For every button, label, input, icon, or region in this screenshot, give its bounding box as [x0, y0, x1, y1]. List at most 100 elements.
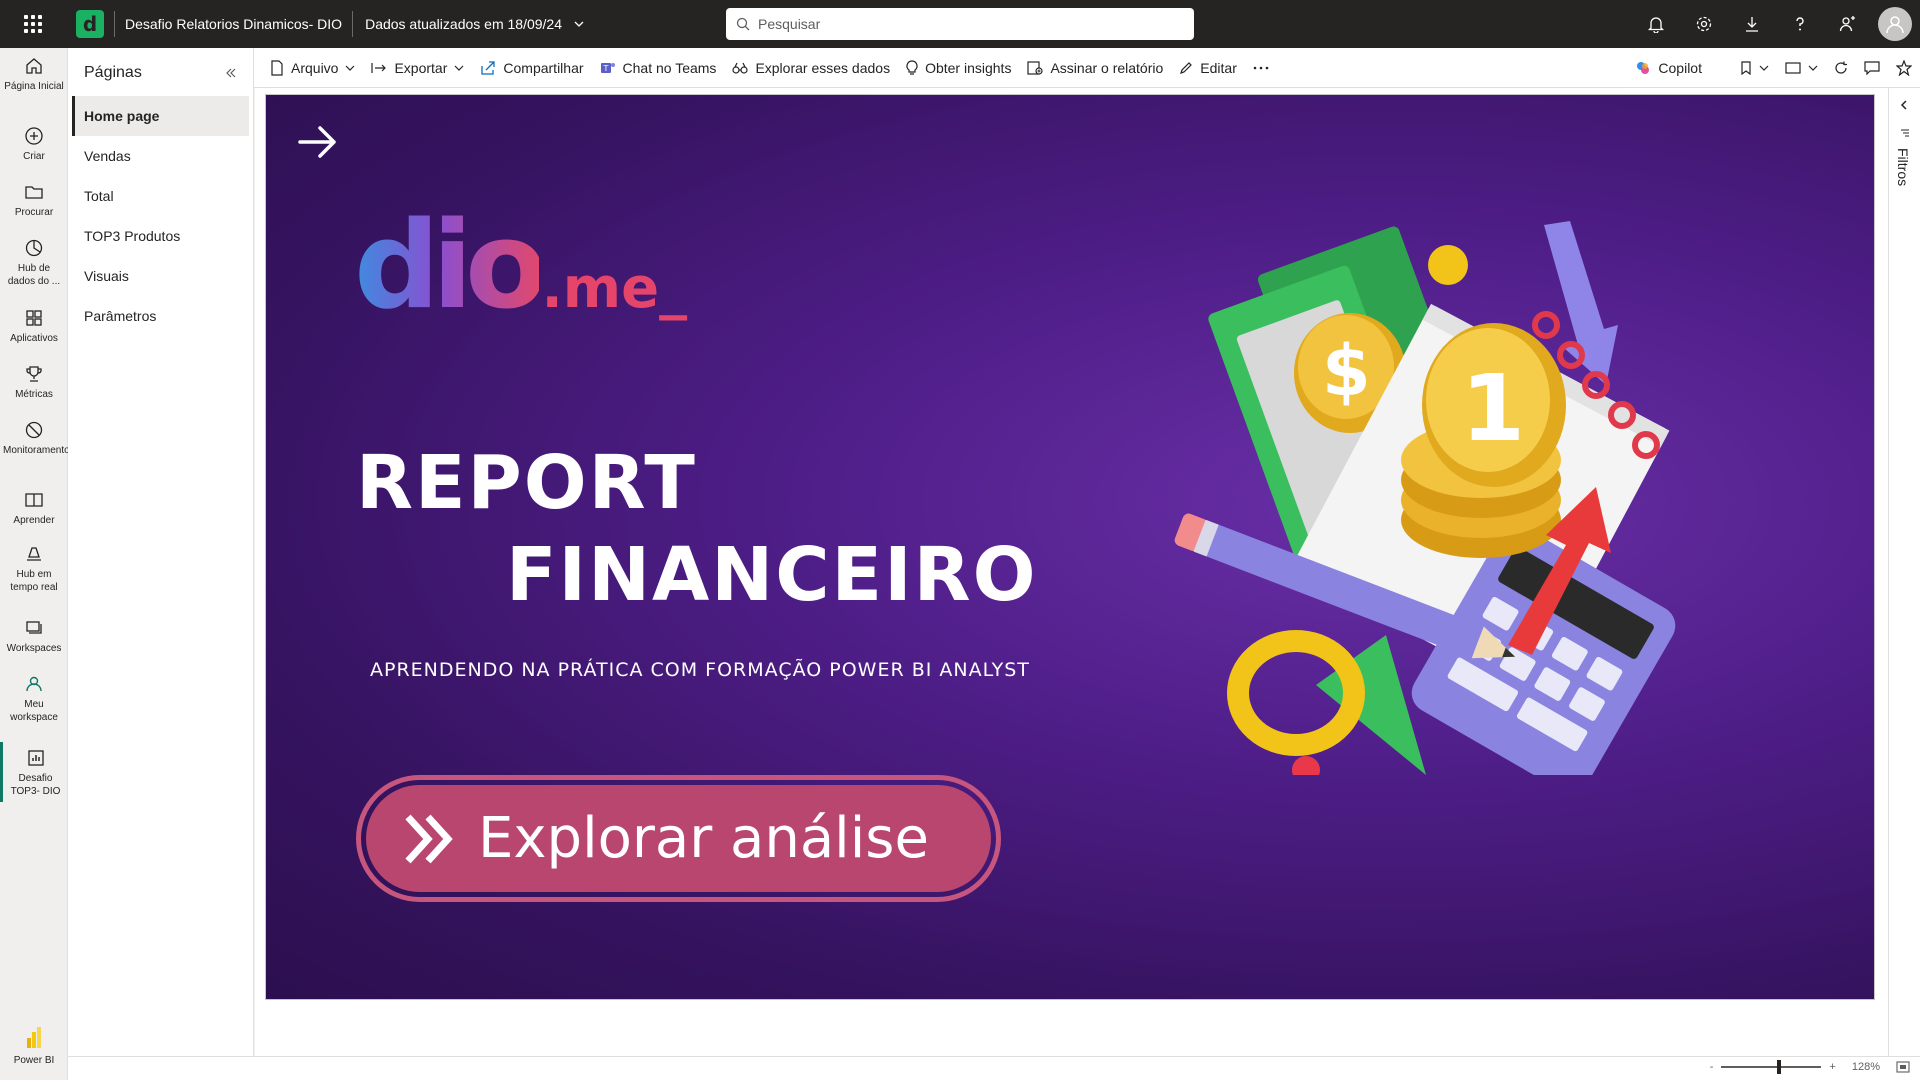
nav-label: Meu workspace: [10, 699, 58, 723]
nav-label: Aprender: [13, 515, 55, 526]
share-people-icon[interactable]: [1824, 0, 1872, 48]
chevron-down-icon: [574, 21, 584, 27]
nav-label: Hub de dados do ...: [7, 263, 61, 287]
nav-current-report[interactable]: Desafio TOP3- DIO: [0, 742, 68, 802]
bookmark-icon: [1741, 61, 1751, 75]
page-tab-total[interactable]: Total: [72, 176, 249, 216]
page-tab-top3[interactable]: TOP3 Produtos: [72, 216, 249, 256]
page-tab-parametros[interactable]: Parâmetros: [72, 296, 249, 336]
left-navigation: Página Inicial Criar Procurar Hub de dad…: [0, 48, 70, 1080]
search-icon: [736, 17, 750, 31]
collapse-icon[interactable]: [225, 67, 237, 79]
chevron-left-icon[interactable]: [1899, 100, 1909, 110]
search-input[interactable]: Pesquisar: [726, 8, 1194, 40]
page-tab-home[interactable]: Home page: [72, 96, 249, 136]
realtime-icon: [27, 547, 41, 561]
home-icon: [26, 58, 42, 74]
nav-browse[interactable]: Procurar: [0, 182, 68, 219]
page-tab-vendas[interactable]: Vendas: [72, 136, 249, 176]
zoom-out-button[interactable]: -: [1710, 1061, 1714, 1073]
page-tab-visuais[interactable]: Visuais: [72, 256, 249, 296]
chevron-down-icon: [454, 65, 464, 71]
nav-label: Monitoramento: [3, 445, 70, 456]
arrow-right-icon[interactable]: [296, 120, 340, 164]
comment-icon[interactable]: [1856, 48, 1888, 88]
divider: [352, 11, 354, 37]
data-hub-icon: [25, 239, 43, 257]
nav-create[interactable]: Criar: [0, 126, 68, 163]
more-options-icon[interactable]: [1245, 48, 1277, 88]
download-icon[interactable]: [1728, 0, 1776, 48]
gear-icon[interactable]: [1680, 0, 1728, 48]
bookmark-button[interactable]: [1732, 48, 1777, 88]
zoom-control: - + 128%: [1710, 1060, 1910, 1074]
plus-circle-icon: [25, 127, 43, 145]
zoom-slider-thumb[interactable]: [1777, 1060, 1782, 1074]
notifications-icon[interactable]: [1632, 0, 1680, 48]
chat-teams-label: Chat no Teams: [622, 59, 717, 76]
report-title[interactable]: Desafio Relatorios Dinamicos- DIO: [125, 16, 342, 32]
avatar[interactable]: [1878, 7, 1912, 41]
nav-workspaces[interactable]: Workspaces: [0, 618, 68, 655]
help-icon[interactable]: [1776, 0, 1824, 48]
get-insights-label: Obter insights: [925, 59, 1012, 76]
apps-icon: [26, 310, 42, 326]
pages-pane: Páginas Home page Vendas Total TOP3 Prod…: [68, 48, 254, 1056]
data-updated-dropdown[interactable]: Dados atualizados em 18/09/24: [365, 16, 584, 32]
workspaces-icon: [26, 621, 42, 634]
subscribe-label: Assinar o relatório: [1050, 59, 1164, 76]
subscribe-button[interactable]: Assinar o relatório: [1019, 48, 1171, 88]
logo-suffix: .me_: [541, 256, 688, 321]
person-icon: [26, 676, 42, 692]
copilot-button[interactable]: Copilot: [1627, 48, 1710, 88]
trophy-icon: [26, 366, 42, 382]
power-bi-logo[interactable]: Power BI: [0, 1026, 68, 1067]
explore-analysis-button[interactable]: Explorar análise: [366, 785, 991, 892]
nav-metrics[interactable]: Métricas: [0, 364, 68, 401]
nav-learn[interactable]: Aprender: [0, 490, 68, 527]
nav-data-hub[interactable]: Hub de dados do ...: [0, 238, 68, 288]
nav-label: Aplicativos: [10, 333, 58, 344]
fit-page-icon[interactable]: [1896, 1061, 1910, 1073]
nav-home[interactable]: Página Inicial: [0, 56, 68, 93]
view-button[interactable]: [1777, 48, 1826, 88]
nav-label: Hub em tempo real: [10, 569, 58, 593]
cta-label: Explorar análise: [478, 806, 929, 871]
pencil-icon: [1180, 61, 1193, 74]
zoom-slider[interactable]: [1721, 1060, 1822, 1074]
refresh-icon[interactable]: [1826, 48, 1856, 88]
get-insights-button[interactable]: Obter insights: [898, 48, 1019, 88]
nav-monitoring[interactable]: Monitoramento: [0, 420, 70, 457]
chevron-down-icon: [1759, 65, 1769, 71]
search-placeholder: Pesquisar: [758, 16, 821, 32]
favorite-star-icon[interactable]: [1888, 48, 1920, 88]
folder-icon: [25, 186, 43, 199]
svg-text:T: T: [602, 64, 608, 73]
nav-realtime-hub[interactable]: Hub em tempo real: [0, 544, 68, 594]
nav-label: Página Inicial: [4, 81, 64, 92]
report-toolbar: Arquivo Exportar Compartilhar T Chat no …: [254, 48, 1920, 88]
edit-button[interactable]: Editar: [1171, 48, 1245, 88]
file-menu-button[interactable]: Arquivo: [262, 48, 363, 88]
app-launcher-icon[interactable]: [16, 0, 50, 48]
report-title-line1: REPORT: [356, 440, 697, 526]
zoom-in-button[interactable]: +: [1829, 1061, 1835, 1073]
chat-teams-button[interactable]: T Chat no Teams: [592, 48, 725, 88]
app-logo[interactable]: d: [76, 10, 104, 38]
copilot-icon: [1637, 62, 1650, 74]
export-menu-button[interactable]: Exportar: [363, 48, 472, 88]
data-updated-label: Dados atualizados em 18/09/24: [365, 16, 562, 32]
monitor-icon: [25, 421, 43, 439]
dio-logo: dio.me_: [354, 207, 687, 327]
report-title-line2: FINANCEIRO: [506, 532, 1038, 618]
nav-apps[interactable]: Aplicativos: [0, 308, 68, 345]
power-bi-icon: [27, 1027, 41, 1048]
explore-data-button[interactable]: Explorar esses dados: [724, 48, 898, 88]
filters-pane[interactable]: Filtros: [1888, 88, 1920, 1056]
svg-text:$: $: [1322, 330, 1371, 412]
filters-label: Filtros: [1895, 148, 1911, 187]
file-label: Arquivo: [291, 59, 339, 76]
svg-text:1: 1: [1461, 355, 1525, 462]
nav-my-workspace[interactable]: Meu workspace: [0, 674, 68, 724]
share-button[interactable]: Compartilhar: [472, 48, 591, 88]
